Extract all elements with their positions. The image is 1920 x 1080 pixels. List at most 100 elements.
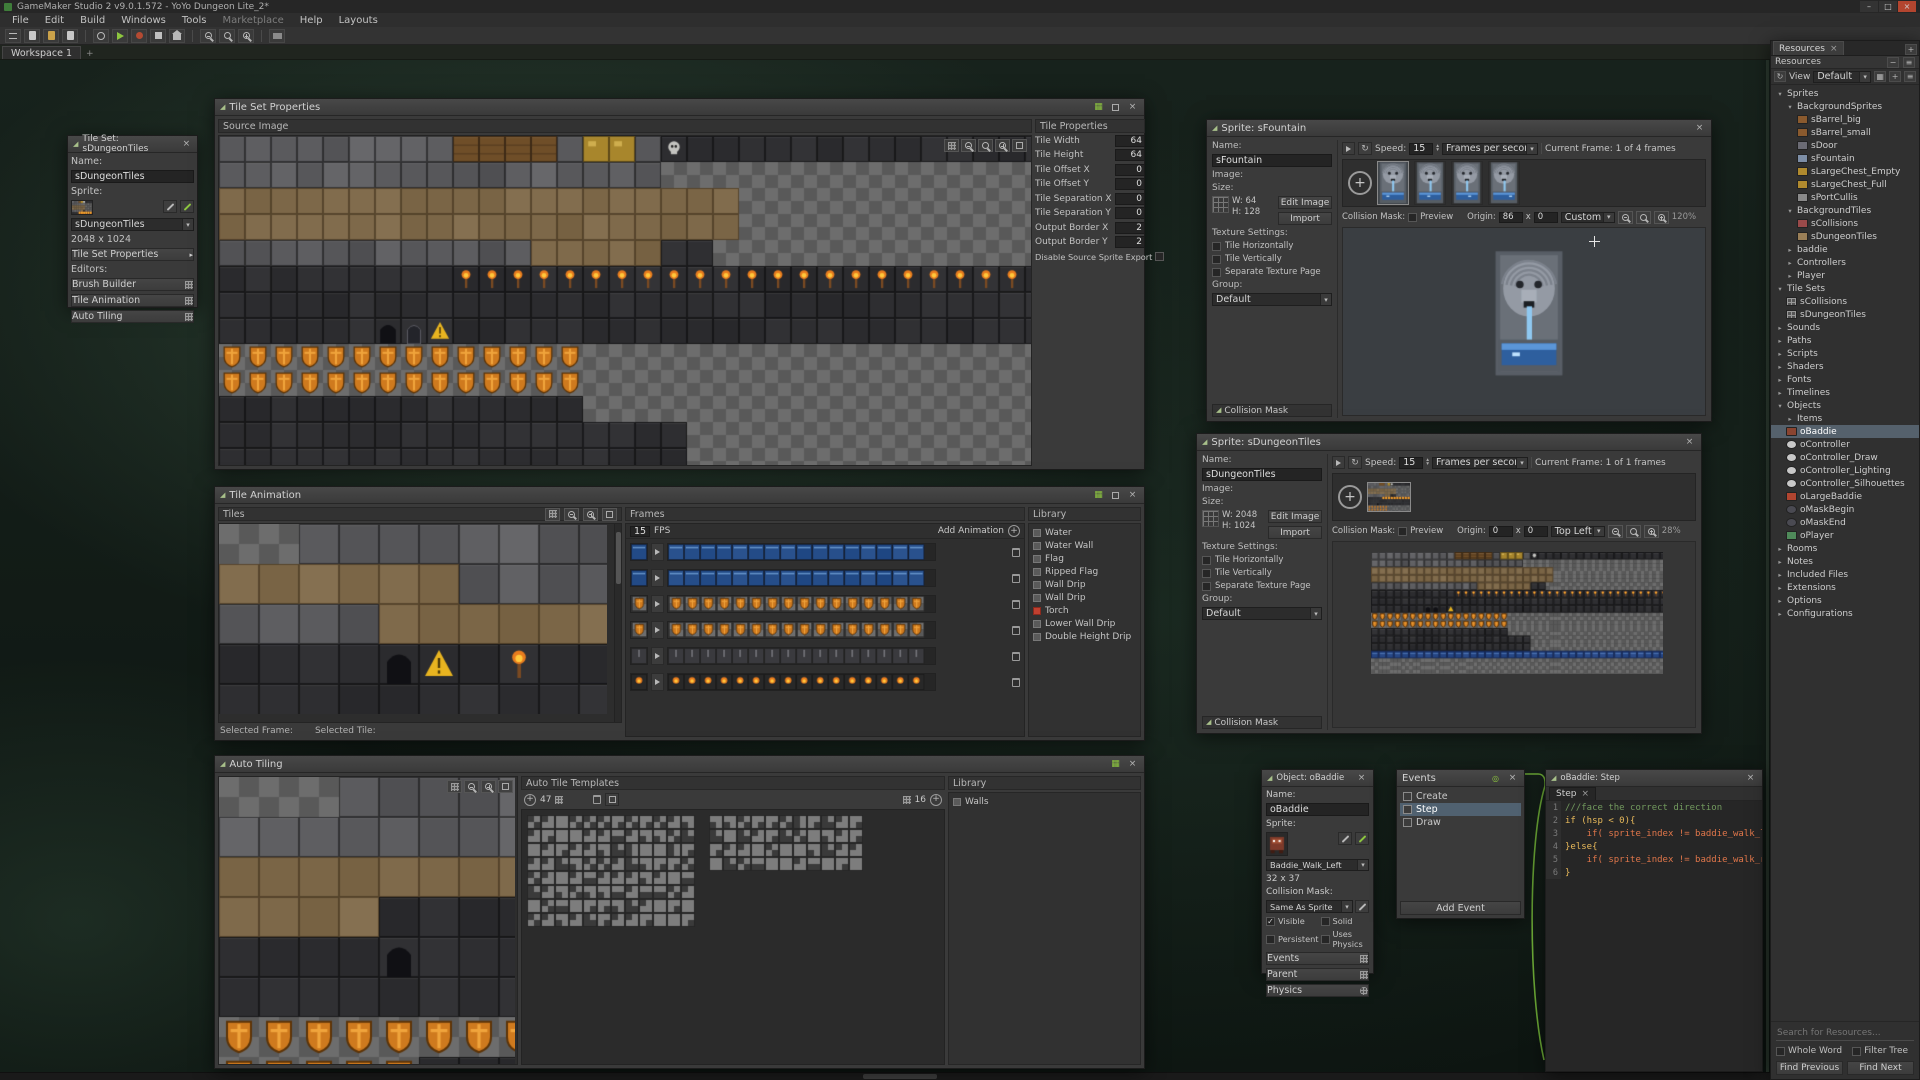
- delete-animation-icon[interactable]: [1012, 574, 1020, 583]
- frame-strip[interactable]: [667, 673, 936, 691]
- tile-set-properties-button[interactable]: Tile Set Properties ▸: [71, 248, 194, 261]
- find-next-button[interactable]: Find Next: [1847, 1061, 1914, 1075]
- collapse-icon[interactable]: ◢: [1551, 775, 1556, 782]
- play-animation-icon[interactable]: [651, 621, 664, 639]
- disable-export-checkbox[interactable]: [1155, 252, 1164, 261]
- tree-item-ocontroller-silhouettes[interactable]: oController_Silhouettes: [1771, 477, 1919, 490]
- new-project-icon[interactable]: [24, 29, 40, 43]
- animation-row-water-wall[interactable]: [626, 565, 1024, 591]
- tiles-scrollbar[interactable]: [614, 524, 621, 722]
- tile-horizontally-checkbox[interactable]: [1202, 556, 1211, 565]
- tile-offset-x-field[interactable]: 0: [1115, 164, 1145, 176]
- tree-item-sdungeontiles[interactable]: sDungeonTiles: [1771, 230, 1919, 243]
- chevron-down-icon[interactable]: ▾: [1341, 901, 1352, 912]
- zoom-reset-icon[interactable]: [1626, 525, 1641, 538]
- zoom-in-icon[interactable]: [481, 780, 496, 793]
- autotile-template-47[interactable]: [527, 815, 697, 927]
- tile-offset-y-field[interactable]: 0: [1115, 178, 1145, 190]
- zoom-in-icon[interactable]: [1654, 211, 1669, 224]
- link-target-icon[interactable]: ▦: [1092, 101, 1105, 113]
- menu-help[interactable]: Help: [292, 15, 331, 26]
- tree-item-ocontroller[interactable]: oController: [1771, 438, 1919, 451]
- group-dropdown[interactable]: Default▾: [1202, 607, 1322, 620]
- sprite-dropdown[interactable]: sDungeonTiles ▾: [71, 218, 194, 231]
- tree-item-tileset-sdungeontiles[interactable]: sDungeonTiles: [1771, 308, 1919, 321]
- panel-resizer[interactable]: [1766, 60, 1769, 1072]
- frame-strip[interactable]: [667, 569, 936, 587]
- menu-layouts[interactable]: Layouts: [331, 15, 386, 26]
- tree-item-omaskend[interactable]: oMaskEnd: [1771, 516, 1919, 529]
- link-target-icon[interactable]: ▦: [1092, 489, 1105, 501]
- speed-field[interactable]: 15: [1399, 457, 1423, 469]
- tree-item-sdoor[interactable]: sDoor: [1771, 139, 1919, 152]
- grid-toggle-icon[interactable]: [944, 139, 959, 152]
- origin-x-field[interactable]: 0: [1489, 526, 1513, 537]
- close-icon[interactable]: ×: [1683, 436, 1696, 448]
- tree-item-controllers[interactable]: ▸Controllers: [1771, 256, 1919, 269]
- collapse-icon[interactable]: ◢: [1267, 775, 1272, 782]
- collapse-icon[interactable]: ◢: [1202, 439, 1207, 446]
- tree-item-omaskbegin[interactable]: oMaskBegin: [1771, 503, 1919, 516]
- clean-icon[interactable]: [169, 29, 185, 43]
- zoom-fit-icon[interactable]: [498, 780, 513, 793]
- event-draw[interactable]: Draw: [1400, 816, 1521, 829]
- uses-physics-checkbox[interactable]: [1321, 935, 1330, 944]
- tree-item-sfountain[interactable]: sFountain: [1771, 152, 1919, 165]
- origin-mode-dropdown[interactable]: Top Left▾: [1551, 526, 1605, 537]
- delete-animation-icon[interactable]: [1012, 548, 1020, 557]
- zoom-out-icon[interactable]: [1608, 525, 1623, 538]
- tree-item-sounds[interactable]: ▸Sounds: [1771, 321, 1919, 334]
- tile-sep-x-field[interactable]: 0: [1115, 193, 1145, 205]
- code-editor[interactable]: 1///face the correct direction 2if (hsp …: [1546, 801, 1762, 1071]
- tree-item-baddie[interactable]: ▸baddie: [1771, 243, 1919, 256]
- frame-2[interactable]: [1451, 161, 1483, 205]
- delete-animation-icon[interactable]: [1012, 600, 1020, 609]
- zoom-out-icon[interactable]: [961, 139, 976, 152]
- chevron-down-icon[interactable]: ▾: [1310, 608, 1321, 619]
- add-animation-button[interactable]: +: [1008, 525, 1020, 537]
- find-previous-button[interactable]: Find Previous: [1776, 1061, 1843, 1075]
- grid-toggle-icon[interactable]: [447, 780, 462, 793]
- zoom-fit-icon[interactable]: [602, 508, 617, 521]
- events-button[interactable]: Events: [1266, 952, 1369, 965]
- zoom-reset-icon[interactable]: [978, 139, 993, 152]
- collapse-icon[interactable]: ◢: [1212, 125, 1217, 132]
- frame-0[interactable]: [1377, 161, 1409, 205]
- sprite-name-field[interactable]: sDungeonTiles: [1202, 468, 1322, 481]
- loop-icon[interactable]: ↻: [1358, 142, 1372, 155]
- library-item-walls[interactable]: Walls: [949, 795, 1140, 808]
- library-item[interactable]: Ripped Flag: [1029, 565, 1140, 578]
- delete-animation-icon[interactable]: [1012, 652, 1020, 661]
- add-frame-button[interactable]: +: [1338, 485, 1362, 509]
- tree-item-slargechest-full[interactable]: sLargeChest_Full: [1771, 178, 1919, 191]
- edit-image-button[interactable]: Edit Image: [1278, 196, 1332, 209]
- edit-mask-icon[interactable]: [1355, 900, 1369, 913]
- close-icon[interactable]: ×: [181, 138, 192, 150]
- tree-item-oplayer[interactable]: oPlayer: [1771, 529, 1919, 542]
- view-dropdown[interactable]: Default▾: [1813, 71, 1871, 83]
- whole-word-checkbox[interactable]: [1776, 1047, 1785, 1056]
- pin-icon[interactable]: ◎: [1489, 772, 1502, 784]
- workspace-tab[interactable]: Workspace 1: [2, 46, 81, 59]
- tile-animation-button[interactable]: Tile Animation: [71, 294, 194, 307]
- loop-icon[interactable]: ↻: [1348, 456, 1362, 469]
- tile-vertically-checkbox[interactable]: [1212, 255, 1221, 264]
- group-dropdown[interactable]: Default▾: [1212, 293, 1332, 306]
- debug-icon[interactable]: [131, 29, 147, 43]
- search-input[interactable]: [1776, 1026, 1914, 1041]
- tile-sep-y-field[interactable]: 0: [1115, 207, 1145, 219]
- frame-strip[interactable]: [667, 647, 936, 665]
- new-sprite-icon[interactable]: [180, 200, 194, 213]
- separate-texture-page-checkbox[interactable]: [1212, 268, 1221, 277]
- speed-stepper[interactable]: ▴▾: [1436, 145, 1439, 152]
- tree-item-fonts[interactable]: ▸Fonts: [1771, 373, 1919, 386]
- chevron-down-icon[interactable]: ▾: [1516, 458, 1527, 468]
- close-tab-icon[interactable]: ×: [1582, 789, 1590, 799]
- filter-tree-checkbox[interactable]: [1852, 1047, 1861, 1056]
- zoom-out-icon[interactable]: [464, 780, 479, 793]
- horizontal-scrollbar-thumb[interactable]: [863, 1074, 937, 1079]
- library-item[interactable]: Water: [1029, 526, 1140, 539]
- tree-item-scripts[interactable]: ▸Scripts: [1771, 347, 1919, 360]
- preview-checkbox[interactable]: [1398, 527, 1407, 536]
- frame-1[interactable]: [1414, 161, 1446, 205]
